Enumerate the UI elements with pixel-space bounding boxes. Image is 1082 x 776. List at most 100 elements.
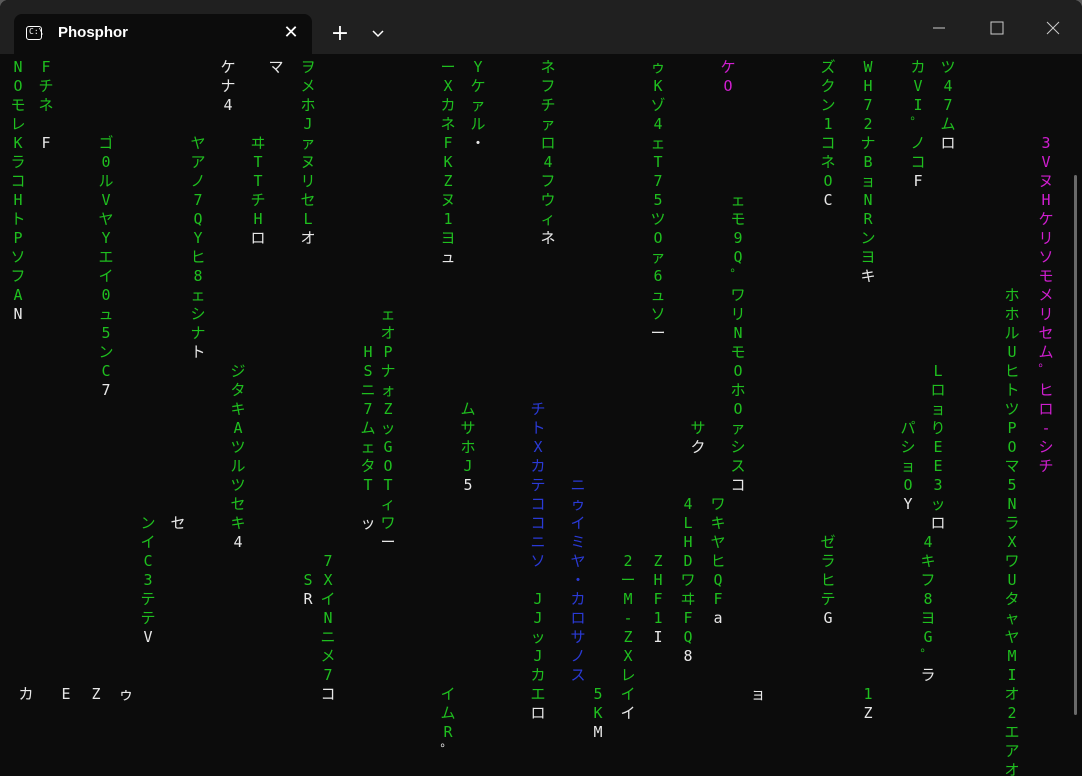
rain-glyph: 7 [363,400,373,418]
rain-glyph: ウ [540,191,556,209]
rain-glyph: ソ [650,305,666,323]
rain-column: ゥ [118,685,134,704]
rain-glyph: シ [1038,438,1054,456]
rain-glyph: ム [940,115,956,133]
tab-phosphor[interactable]: C:\ Phosphor ✕ [14,14,312,54]
rain-glyph: ョ [900,457,916,475]
rain-glyph: ー [380,533,396,551]
rain-glyph: モ [10,96,26,114]
rain-glyph: 5 [463,476,473,494]
rain-glyph: フ [920,571,936,589]
rain-glyph: ノ [570,647,586,665]
rain-glyph: H [13,191,23,209]
plus-icon[interactable]: + [326,20,354,48]
rain-glyph: ソ [530,552,546,570]
rain-glyph: O [1007,438,1017,456]
rain-glyph: ル [98,172,114,190]
rain-glyph: Z [623,628,633,646]
rain-glyph: テ [140,609,156,627]
rain-glyph: F [41,58,51,76]
rain-glyph: T [253,153,263,171]
scrollbar[interactable] [1074,175,1077,715]
terminal-output[interactable]: NOモレKラコHトPソフANFチネ Fケナ4マヲメホJァヌリセLオーXカネFKZ… [0,54,1082,776]
rain-glyph: ゥ [118,685,134,703]
rain-glyph: 3 [143,571,153,589]
rain-glyph: サ [690,419,706,437]
rain-glyph: E [933,438,943,456]
close-icon[interactable]: ✕ [278,20,304,46]
window-close-icon[interactable] [1024,0,1082,54]
rain-column: 3 V ヌ H ケリソモメリセム゜ヒロ - シチ [1038,134,1054,476]
rain-glyph: L [683,514,693,532]
rain-glyph: ヤ [98,210,114,228]
rain-glyph: M [593,723,603,741]
rain-glyph: タ [1004,590,1020,608]
rain-glyph: ゴ [98,134,114,152]
rain-glyph: ー [650,324,666,342]
rain-glyph: O [383,457,393,475]
rain-glyph: ー [620,571,636,589]
rain-glyph: イ [570,514,586,532]
rain-glyph: ツ [230,476,246,494]
maximize-icon[interactable] [968,0,1026,54]
rain-glyph: F [653,590,663,608]
rain-glyph: - [623,609,633,627]
rain-glyph: G [823,609,833,627]
rain-glyph: ニ [320,628,336,646]
rain-glyph: ヌ [440,191,456,209]
rain-glyph: サ [570,628,586,646]
rain-glyph: O [723,77,733,95]
rain-glyph: V [913,77,923,95]
rain-glyph: ゥ [570,495,586,513]
rain-glyph: ラ [10,153,26,171]
rain-glyph: コ [530,495,546,513]
rain-glyph: ワ [1004,552,1020,570]
rain-glyph: O [653,229,663,247]
rain-glyph: セ [300,191,316,209]
rain-glyph: ェ [360,438,376,456]
rain-glyph: 3 [1041,134,1051,152]
rain-glyph: H [653,571,663,589]
rain-glyph: K [593,704,603,722]
rain-glyph: ア [1004,742,1020,760]
rain-glyph: メ [300,77,316,95]
rain-glyph: ロ [930,514,946,532]
rain-glyph: カ [18,685,34,703]
rain-glyph: ヰ [680,590,696,608]
rain-glyph: Y [903,495,913,513]
rain-glyph: X [533,438,543,456]
rain-glyph: シ [730,438,746,456]
rain-column: Z [88,685,104,704]
rain-glyph: F [41,134,51,152]
rain-glyph: ホ [460,438,476,456]
rain-glyph: ネ [540,229,556,247]
rain-glyph: キ [710,514,726,532]
rain-glyph: シ [190,305,206,323]
rain-glyph: N [13,305,23,323]
chevron-down-icon[interactable] [364,20,392,48]
rain-column: ケナ4 [220,58,236,115]
rain-glyph: コ [10,172,26,190]
rain-glyph: M [1007,647,1017,665]
rain-glyph: Y [101,229,111,247]
rain-glyph: ワ [710,495,726,513]
rain-glyph: ュ [440,248,456,266]
rain-glyph: リ [1038,229,1054,247]
rain-glyph: チ [38,77,54,95]
title-bar[interactable]: C:\ Phosphor ✕ + [0,0,1082,54]
rain-glyph: ヒ [710,552,726,570]
rain-glyph: 7 [943,96,953,114]
rain-glyph: オ [380,324,396,342]
rain-glyph: 4 [543,153,553,171]
rain-glyph: ョ [930,400,946,418]
minimize-icon[interactable] [910,0,968,54]
rain-glyph: チ [530,400,546,418]
rain-glyph: 1 [863,685,873,703]
rain-glyph: V [143,628,153,646]
rain-glyph: ヨ [920,609,936,627]
rain-glyph: マ [268,58,284,76]
rain-glyph: テ [820,590,836,608]
rain-glyph: Z [383,400,393,418]
rain-glyph: H [863,77,873,95]
rain-glyph: N [13,58,23,76]
